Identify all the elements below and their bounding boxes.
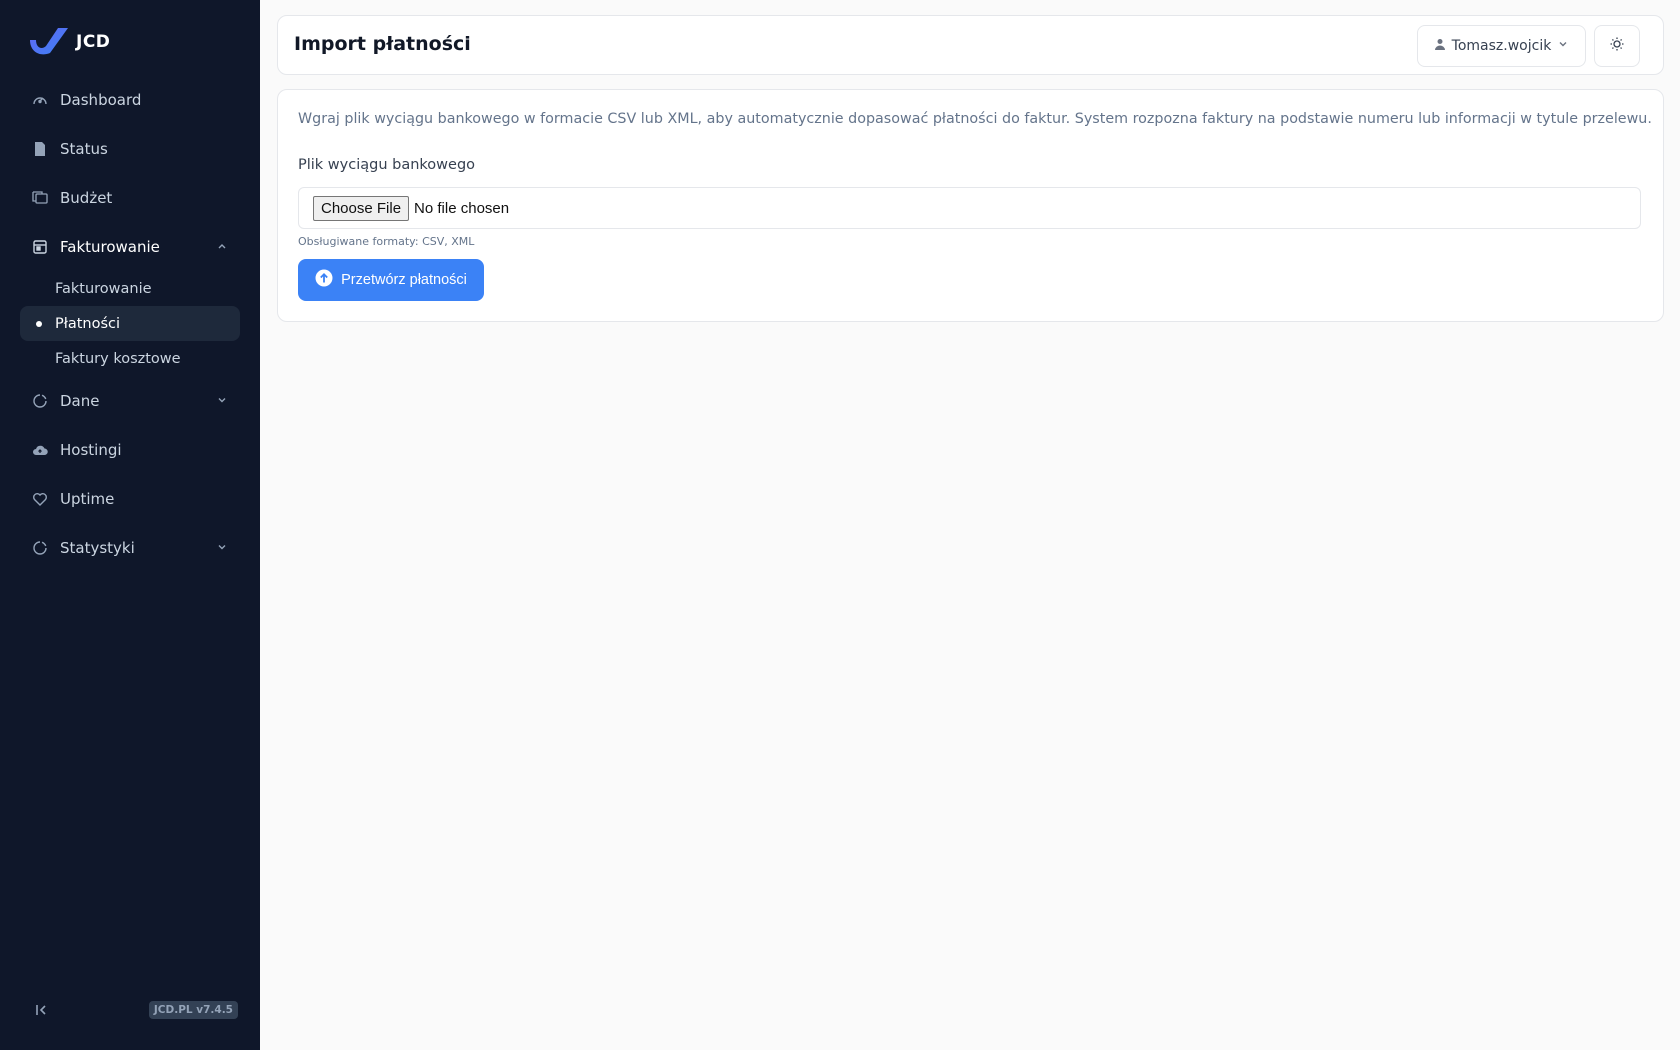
user-icon [1434, 38, 1446, 54]
file-field-label: Plik wyciągu bankowego [298, 157, 476, 173]
sidebar-item-dashboard[interactable]: Dashboard [20, 75, 240, 124]
user-menu-button[interactable]: Tomasz.wojcik [1417, 25, 1586, 67]
theme-toggle-button[interactable] [1594, 25, 1640, 67]
page-header: Import płatności Tomasz.wojcik [277, 15, 1664, 75]
logo-text: JCD [76, 32, 111, 52]
sidebar-footer: JCD.PL v7.4.5 [0, 1000, 260, 1022]
sidebar: JCD Dashboard Status Budżet Fakturowanie [0, 0, 260, 1050]
version-badge: JCD.PL v7.4.5 [148, 1001, 238, 1019]
sidebar-subitem-label: Faktury kosztowe [55, 350, 181, 367]
sidebar-item-hostingi[interactable]: Hostingi [20, 425, 240, 474]
sidebar-item-label: Uptime [60, 489, 115, 508]
file-status-text: No file chosen [414, 199, 510, 217]
sidebar-item-label: Dane [60, 391, 100, 410]
sidebar-subitem-faktury-kosztowe[interactable]: Faktury kosztowe [20, 341, 240, 376]
user-name: Tomasz.wojcik [1451, 38, 1552, 54]
document-icon [32, 141, 48, 157]
chart-pie-icon [32, 393, 48, 409]
logo[interactable]: JCD [28, 26, 110, 58]
file-input[interactable]: Choose File No file chosen [298, 187, 1641, 229]
sidebar-item-label: Dashboard [60, 90, 142, 109]
sidebar-nav: Dashboard Status Budżet Fakturowanie Fak… [20, 75, 240, 572]
sidebar-item-status[interactable]: Status [20, 124, 240, 173]
folders-icon [32, 190, 48, 206]
sidebar-item-label: Statystyki [60, 538, 135, 557]
sidebar-subitem-label: Fakturowanie [55, 280, 152, 297]
chevron-down-icon [1557, 38, 1569, 54]
page-title: Import płatności [294, 33, 471, 55]
sidebar-item-label: Hostingi [60, 440, 122, 459]
dashboard-gauge-icon [32, 92, 48, 108]
import-card: Wgraj plik wyciągu bankowego w formacie … [277, 89, 1664, 322]
process-payments-button[interactable]: Przetwórz płatności [298, 259, 484, 301]
sidebar-submenu-fakturowanie: Fakturowanie Płatności Faktury kosztowe [20, 271, 240, 376]
billing-icon [32, 239, 48, 255]
heart-icon [32, 491, 48, 507]
import-description: Wgraj plik wyciągu bankowego w formacie … [298, 111, 1652, 127]
cloud-icon [32, 442, 48, 458]
sidebar-item-dane[interactable]: Dane [20, 376, 240, 425]
choose-file-button[interactable]: Choose File [313, 195, 410, 221]
upload-icon [315, 269, 333, 291]
sidebar-subitem-platnosci[interactable]: Płatności [20, 306, 240, 341]
sidebar-item-label: Budżet [60, 188, 113, 207]
chevron-down-icon [216, 394, 228, 406]
active-dot-icon [36, 321, 42, 327]
sidebar-item-statystyki[interactable]: Statystyki [20, 523, 240, 572]
sidebar-item-uptime[interactable]: Uptime [20, 474, 240, 523]
sidebar-subitem-fakturowanie[interactable]: Fakturowanie [20, 271, 240, 306]
sidebar-item-budzet[interactable]: Budżet [20, 173, 240, 222]
sidebar-item-fakturowanie[interactable]: Fakturowanie [20, 222, 240, 271]
process-payments-label: Przetwórz płatności [341, 272, 467, 288]
collapse-sidebar-icon[interactable] [34, 1002, 50, 1018]
chevron-down-icon [216, 541, 228, 553]
sun-icon [1609, 36, 1625, 56]
sidebar-item-label: Status [60, 139, 108, 158]
sidebar-item-label: Fakturowanie [60, 237, 160, 256]
chart-pie-icon [32, 540, 48, 556]
sidebar-subitem-label: Płatności [55, 315, 121, 332]
logo-mark-icon [30, 28, 68, 55]
chevron-up-icon [216, 240, 228, 252]
supported-formats-hint: Obsługiwane formaty: CSV, XML [298, 235, 475, 248]
